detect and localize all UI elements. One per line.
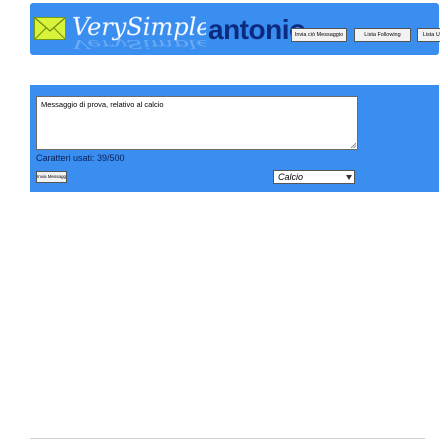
nav-following-list-button[interactable]: Lista Following — [354, 28, 411, 42]
mail-envelope-icon — [34, 17, 66, 40]
logo-text: VerySimple — [72, 13, 206, 41]
message-textarea[interactable]: Messaggio di prova, relativo al calcio — [36, 96, 358, 150]
header-bar: VerySimple VerySimple antonio Invia ciò … — [30, 3, 440, 55]
resize-grip-icon[interactable] — [351, 143, 356, 148]
logo-wordmark: VerySimple VerySimple — [72, 13, 206, 51]
compose-panel: Messaggio di prova, relativo al calcio C… — [30, 85, 439, 192]
category-selected-value: Calcio — [278, 172, 304, 182]
char-counter: Caratteri usati: 39/500 — [36, 153, 125, 163]
header: VerySimple VerySimple antonio Invia ciò … — [30, 0, 440, 61]
nav-send-message-button[interactable]: Invia ciò Messaggio — [291, 28, 347, 42]
logo-text-reflection: VerySimple — [72, 37, 206, 51]
category-select[interactable]: Calcio — [273, 170, 355, 184]
footer-divider — [30, 438, 425, 439]
nav-users-list-button[interactable]: Lista Utenti — [417, 28, 440, 42]
message-text: Messaggio di prova, relativo al calcio — [41, 100, 164, 109]
send-message-button[interactable]: Invia Messaggio — [36, 171, 67, 183]
chevron-down-icon — [346, 175, 352, 180]
